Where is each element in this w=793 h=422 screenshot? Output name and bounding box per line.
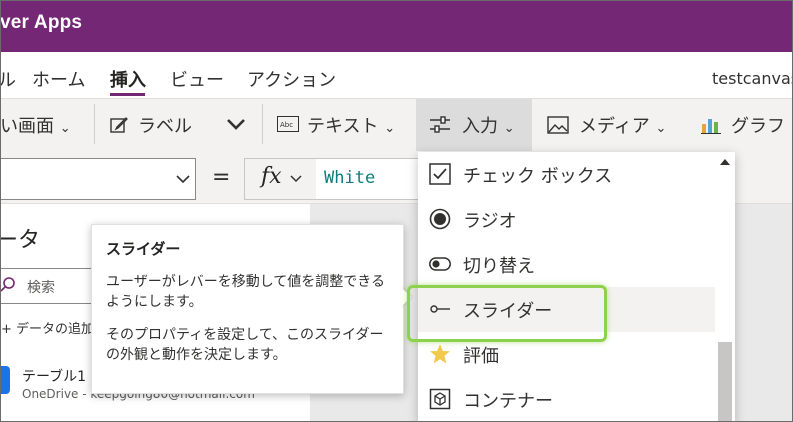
add-data-label: データの追加 — [16, 322, 95, 337]
menu-item-label: ラジオ — [463, 211, 517, 232]
text-button-label: テキスト — [307, 116, 379, 137]
tooltip-details: そのプロパティを設定して、このスライダーの外観と動作を決定します。 — [106, 327, 384, 363]
label-button-text: ラベル — [138, 116, 192, 137]
image-icon — [547, 116, 569, 134]
active-menu-indicator — [110, 93, 145, 96]
menu-item-label: 評価 — [463, 346, 499, 367]
menu-item-view[interactable]: ビュー — [170, 66, 224, 92]
menu-item-action[interactable]: アクション — [247, 66, 336, 92]
checkbox-icon — [429, 163, 451, 185]
fx-icon: fx — [261, 164, 282, 189]
slider-tooltip: スライダー ユーザーがレバーを移動して値を調整できるようにします。 そのプロパテ… — [91, 224, 404, 394]
new-screen-label: い画面 — [0, 116, 54, 137]
onedrive-icon — [0, 366, 10, 394]
chevron-down-icon — [176, 175, 190, 184]
chevron-down-icon — [290, 175, 302, 183]
formula-input[interactable]: White — [316, 158, 427, 200]
menu-item-radio[interactable]: ラジオ — [418, 197, 715, 242]
menu-item-label: チェック ボックス — [463, 166, 613, 187]
title-bar — [0, 0, 793, 52]
label-dropdown-button[interactable] — [225, 113, 247, 139]
edit-icon — [110, 117, 128, 133]
data-pane-title: ータ — [0, 228, 41, 253]
chevron-down-icon: ⌄ — [59, 121, 71, 136]
container-icon — [429, 388, 451, 410]
highlight-box — [407, 285, 607, 342]
media-button-label: メディア — [579, 116, 650, 137]
plus-icon: + — [1, 322, 12, 337]
chart-button[interactable]: グラフ — [701, 112, 785, 138]
text-input-icon: Abc — [277, 116, 299, 132]
scroll-up-icon[interactable] — [718, 157, 732, 167]
menu-item-container[interactable]: コンテナー — [418, 377, 715, 422]
property-select[interactable] — [0, 158, 196, 200]
menu-item-checkbox[interactable]: チェック ボックス — [418, 152, 715, 197]
chevron-down-icon: ⌄ — [384, 121, 396, 136]
search-input[interactable]: 検索 — [0, 268, 104, 304]
menu-item-home[interactable]: ホーム — [32, 66, 85, 92]
input-button[interactable]: 入力 ⌄ — [430, 112, 515, 138]
toggle-icon — [429, 257, 451, 271]
formula-value: White — [324, 168, 376, 188]
sliders-icon — [430, 116, 450, 133]
tooltip-title: スライダー — [106, 240, 181, 258]
data-source-name[interactable]: テーブル1 — [22, 366, 86, 386]
menu-item-file-partial[interactable]: ル — [0, 66, 16, 92]
ribbon-divider — [262, 104, 263, 144]
app-name: testcanvas — [712, 69, 793, 88]
ribbon-divider — [94, 104, 95, 144]
media-button[interactable]: メディア ⌄ — [547, 112, 666, 138]
menu-item-toggle[interactable]: 切り替え — [418, 242, 715, 287]
fx-button[interactable]: fx — [244, 158, 318, 200]
radio-icon — [429, 208, 451, 230]
chart-button-label: グラフ — [731, 116, 785, 137]
menu-item-insert[interactable]: 挿入 — [110, 66, 146, 92]
chevron-down-icon: ⌄ — [503, 121, 515, 136]
menu-item-label: コンテナー — [463, 391, 553, 412]
label-button[interactable]: ラベル — [110, 112, 192, 138]
svg-text:Abc: Abc — [280, 121, 293, 129]
search-icon — [0, 277, 15, 292]
equals-sign: = — [212, 165, 231, 190]
search-placeholder: 検索 — [27, 280, 55, 296]
input-button-label: 入力 — [462, 116, 498, 137]
new-screen-button[interactable]: い画面 ⌄ — [0, 112, 71, 138]
text-button[interactable]: Abc テキスト ⌄ — [277, 112, 395, 138]
app-title: ver Apps — [0, 12, 83, 33]
menu-item-label: 切り替え — [463, 256, 535, 277]
scrollbar-thumb[interactable] — [718, 342, 732, 422]
bar-chart-icon — [701, 119, 721, 134]
chevron-down-icon: ⌄ — [655, 121, 667, 136]
add-data-button[interactable]: + データの追加 — [1, 318, 94, 337]
tooltip-description: ユーザーがレバーを移動して値を調整できるようにします。 — [106, 274, 386, 310]
star-icon — [430, 344, 450, 364]
chevron-down-icon — [227, 119, 245, 130]
